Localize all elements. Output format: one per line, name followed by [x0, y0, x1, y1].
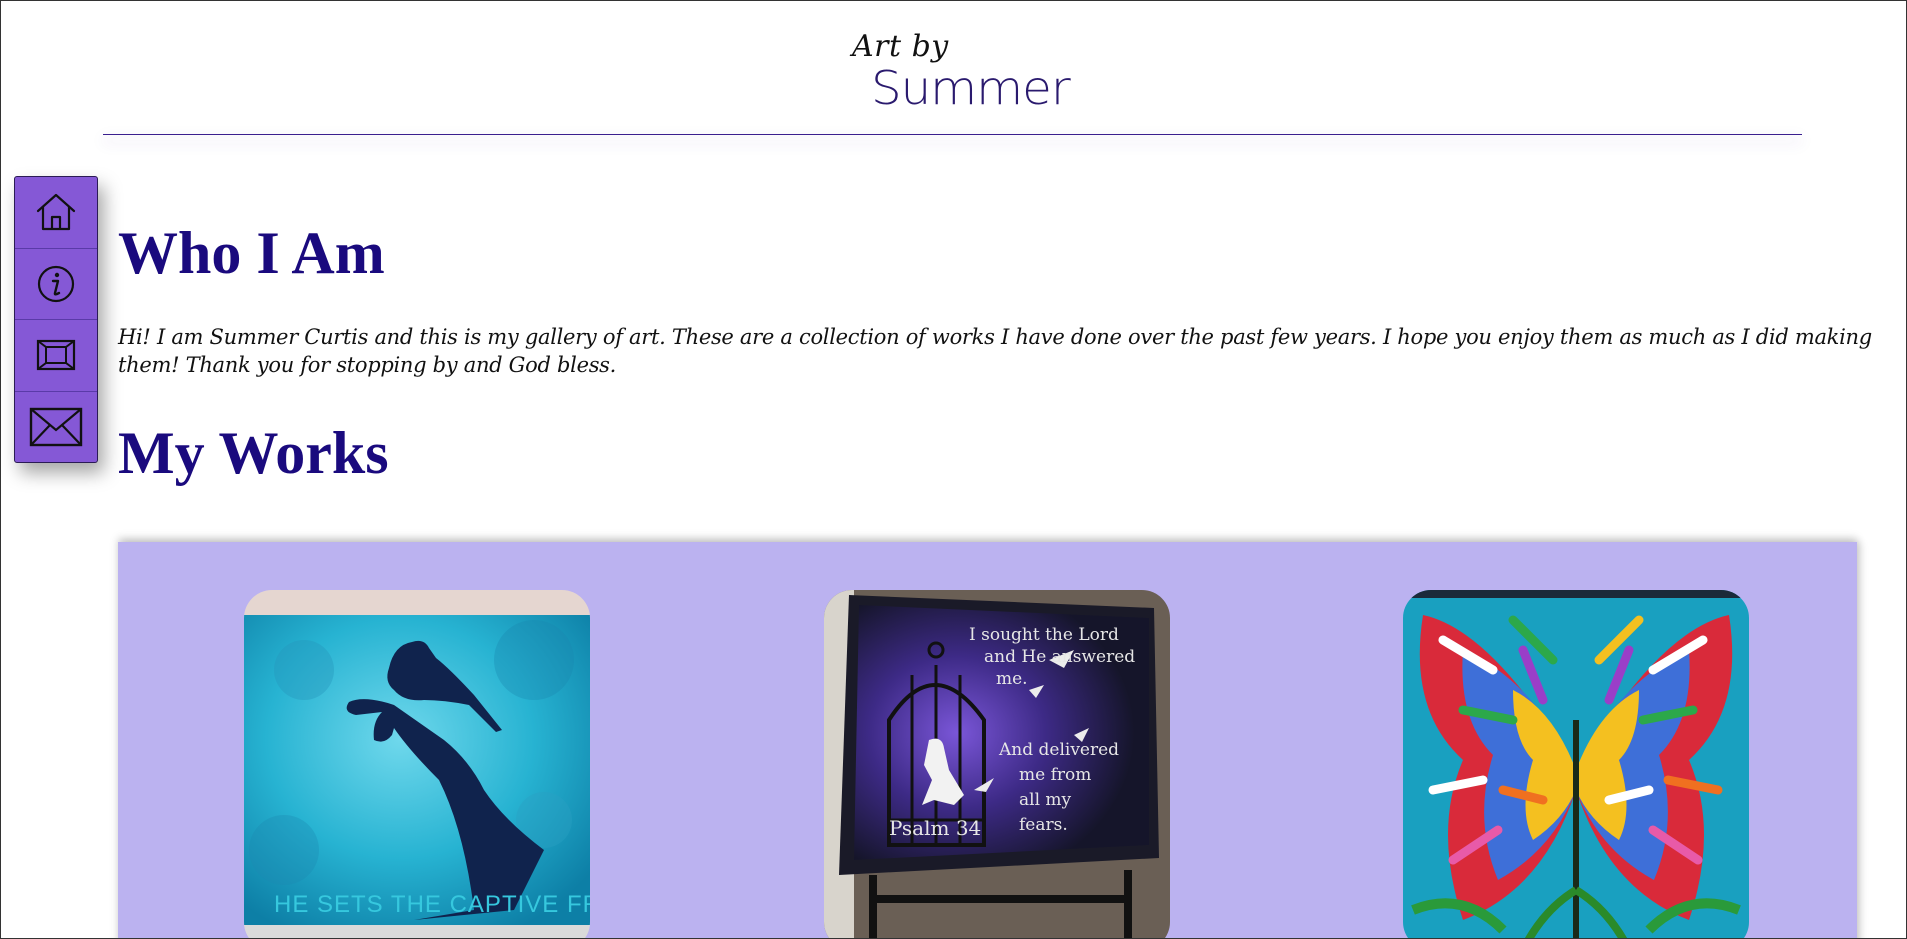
artwork-image: HE SETS THE CAPTIVE FREE: [244, 590, 590, 938]
nav-item-home[interactable]: [15, 177, 97, 249]
page: Art by Summer Who I Am Hi! I am Summer C…: [0, 0, 1907, 939]
header-divider: [103, 134, 1802, 135]
home-icon: [36, 194, 76, 231]
about-heading: Who I Am: [118, 220, 385, 286]
about-text: Hi! I am Summer Curtis and this is my ga…: [118, 325, 1872, 377]
mail-icon: [29, 407, 83, 446]
artwork-birdcage[interactable]: I sought the Lord and He answered me. An…: [824, 590, 1170, 938]
artwork-image: [1403, 590, 1749, 938]
artwork-butterfly[interactable]: [1403, 590, 1749, 938]
nav-item-contact[interactable]: [15, 392, 97, 463]
artwork-image: I sought the Lord and He answered me. An…: [824, 590, 1170, 938]
gallery-icon: [36, 340, 76, 371]
nav-item-gallery[interactable]: [15, 320, 97, 392]
works-gallery: HE SETS THE CAPTIVE FREE: [118, 542, 1857, 938]
logo-line-art-by: Art by: [852, 29, 949, 64]
nav-item-about[interactable]: [15, 249, 97, 320]
artwork-bird-on-hand[interactable]: HE SETS THE CAPTIVE FREE: [244, 590, 590, 938]
works-heading: My Works: [118, 420, 389, 486]
side-navigation: [14, 176, 98, 463]
info-icon: [37, 265, 75, 302]
site-logo[interactable]: Art by Summer: [851, 27, 1091, 117]
svg-text:HE SETS THE CAPTIVE FREE: HE SETS THE CAPTIVE FREE: [274, 891, 590, 918]
logo-line-summer: Summer: [871, 61, 1071, 115]
